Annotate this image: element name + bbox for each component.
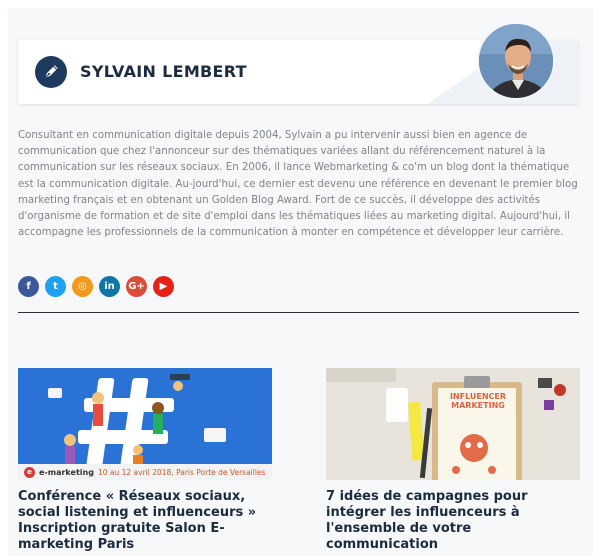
event-dates: 10 au 12 avril 2018, Paris Porte de Vers… [97,467,266,477]
social-links: f t ◎ in G+ ▶ [18,276,174,297]
article-title[interactable]: Conférence « Réseaux sociaux, social lis… [18,489,272,553]
twitter-icon[interactable]: t [45,276,66,297]
article-card[interactable]: e e-marketing 10 au 12 avril 2018, Paris… [18,368,272,553]
event-banner: e e-marketing 10 au 12 avril 2018, Paris… [18,464,272,480]
youtube-icon[interactable]: ▶ [153,276,174,297]
author-name: SYLVAIN LEMBERT [80,62,247,81]
linkedin-icon[interactable]: in [99,276,120,297]
googleplus-icon[interactable]: G+ [126,276,147,297]
rss-icon[interactable]: ◎ [72,276,93,297]
pen-icon [35,56,67,88]
facebook-icon[interactable]: f [18,276,39,297]
author-bio: Consultant en communication digitale dep… [18,130,578,239]
article-thumbnail[interactable]: INFLUENCER MARKETING [326,368,580,480]
article-title[interactable]: 7 idées de campagnes pour intégrer les i… [326,489,580,553]
section-divider [18,312,579,313]
article-card[interactable]: INFLUENCER MARKETING 7 idées de campagne… [326,368,580,553]
event-brand: e-marketing [39,467,94,477]
author-avatar [477,22,555,100]
influencer-label: INFLUENCER MARKETING [449,392,507,410]
e-marketing-logo-icon: e [24,466,35,478]
article-thumbnail[interactable]: e e-marketing 10 au 12 avril 2018, Paris… [18,368,272,480]
